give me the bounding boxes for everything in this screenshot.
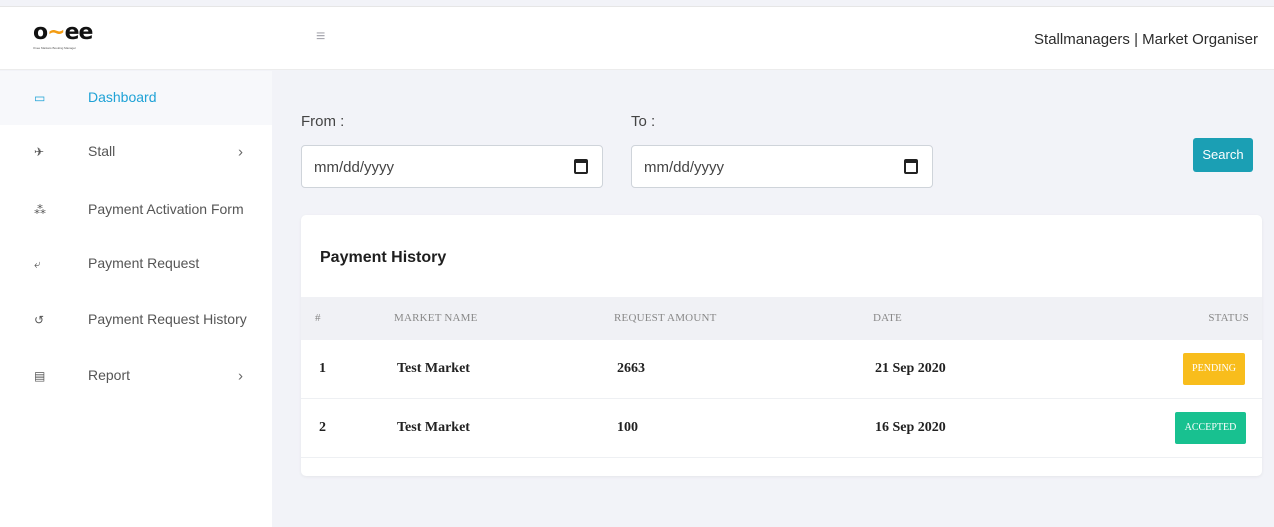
table-row: 1 Test Market 2663 21 Sep 2020 PENDING [301, 340, 1262, 399]
row-amount: 2663 [617, 361, 645, 376]
from-date-input[interactable]: mm/dd/yyyy [301, 145, 603, 188]
sidebar-item-payment-request-history[interactable]: ↺ Payment Request History [0, 293, 272, 347]
sidebar-item-label: Dashboard [88, 89, 157, 106]
hamburger-icon[interactable]: ≡ [316, 29, 325, 45]
file-icon: ▤ [34, 369, 46, 383]
calendar-icon[interactable] [904, 159, 918, 174]
logo-subtitle: Oxee Markets Booking Manager [33, 46, 77, 50]
sidebar-item-label: Report [88, 367, 131, 384]
sidebar-item-dashboard[interactable]: ▭ Dashboard [0, 71, 272, 125]
laptop-icon: ▭ [34, 91, 46, 105]
top-bar: o~ee Oxee Markets Booking Manager ≡ Stal… [0, 6, 1274, 70]
sidebar: ▭ Dashboard ✈ Stall › ⁂ Payment Activati… [0, 71, 272, 527]
chevron-right-icon: › [238, 367, 243, 385]
column-header-market-name: MARKET NAME [394, 312, 478, 324]
chevron-right-icon: › [238, 143, 243, 161]
calendar-icon[interactable] [574, 159, 588, 174]
sidebar-item-label: Stall [88, 143, 116, 160]
sidebar-item-report[interactable]: ▤ Report › [0, 349, 272, 403]
from-date-placeholder: mm/dd/yyyy [314, 159, 395, 176]
card-title: Payment History [320, 249, 447, 266]
column-header-date: DATE [873, 312, 902, 324]
sidebar-item-label: Payment Activation Form [88, 201, 244, 218]
sidebar-item-label: Payment Request History [88, 311, 247, 328]
history-icon: ↺ [34, 313, 45, 327]
sidebar-item-payment-activation-form[interactable]: ⁂ Payment Activation Form [0, 183, 272, 237]
column-header-request-amount: REQUEST AMOUNT [614, 312, 717, 324]
search-button[interactable]: Search [1193, 138, 1253, 172]
payment-history-card: Payment History # MARKET NAME REQUEST AM… [301, 215, 1262, 476]
table-row: 2 Test Market 100 16 Sep 2020 ACCEPTED [301, 399, 1262, 458]
row-number: 2 [319, 420, 326, 435]
from-label: From : [301, 113, 345, 130]
row-number: 1 [319, 361, 326, 376]
sidebar-item-label: Payment Request [88, 255, 200, 272]
row-date: 16 Sep 2020 [875, 420, 946, 435]
bullhorn-icon: ✈ [34, 145, 45, 159]
status-badge: PENDING [1183, 353, 1245, 385]
column-header-number: # [315, 312, 321, 324]
to-date-input[interactable]: mm/dd/yyyy [631, 145, 933, 188]
column-header-status: STATUS [1208, 312, 1249, 324]
row-date: 21 Sep 2020 [875, 361, 946, 376]
to-date-placeholder: mm/dd/yyyy [644, 159, 725, 176]
to-label: To : [631, 113, 656, 130]
reply-all-icon: ⤶ [34, 257, 41, 271]
logo[interactable]: o~ee Oxee Markets Booking Manager [33, 22, 103, 52]
table-header: # MARKET NAME REQUEST AMOUNT DATE STATUS [301, 297, 1262, 340]
cubes-icon: ⁂ [34, 203, 46, 217]
status-badge: ACCEPTED [1175, 412, 1246, 444]
row-amount: 100 [617, 420, 638, 435]
row-market-name: Test Market [397, 420, 470, 435]
user-info[interactable]: Stallmanagers | Market Organiser [1034, 31, 1258, 48]
sidebar-item-payment-request[interactable]: ⤶ Payment Request [0, 237, 272, 291]
row-market-name: Test Market [397, 361, 470, 376]
sidebar-item-stall[interactable]: ✈ Stall › [0, 125, 272, 179]
logo-text: o~ee [33, 20, 93, 45]
